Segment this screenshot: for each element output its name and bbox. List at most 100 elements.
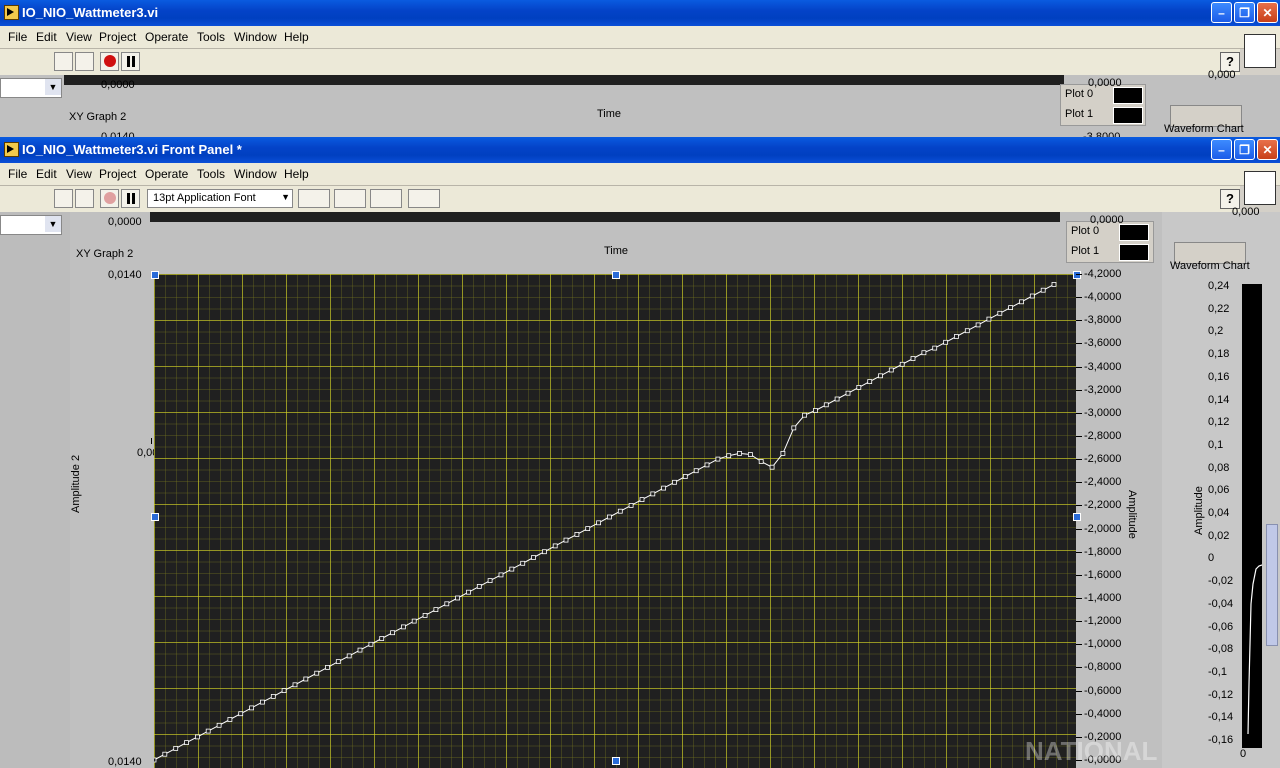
back-plot-legend[interactable]: Plot 0 Plot 1	[1060, 84, 1146, 126]
plot0-point	[433, 607, 439, 613]
menu-tools[interactable]: Tools	[197, 30, 225, 44]
right-y-tick: -2,8000	[1084, 430, 1122, 442]
plot0-point	[1019, 299, 1024, 305]
front-plot0-swatch[interactable]	[1119, 224, 1149, 241]
run-continuously-button[interactable]	[75, 189, 94, 208]
back-plot0-swatch[interactable]	[1113, 87, 1143, 104]
close-button[interactable]: ✕	[1257, 139, 1278, 160]
menu-operate[interactable]: Operate	[145, 30, 188, 44]
front-plot1-swatch[interactable]	[1119, 244, 1149, 261]
plot0-point	[606, 514, 612, 520]
left-y-tick: 0,0140	[108, 269, 142, 281]
back-plot1-swatch[interactable]	[1113, 107, 1143, 124]
right-y-tick: -1,2000	[1084, 615, 1122, 628]
font-select[interactable]: 13pt Application Font ▼	[147, 189, 293, 208]
right-y-tick: -0,8000	[1084, 661, 1122, 674]
right-y-tick-mark	[1076, 389, 1082, 391]
run-continuously-button[interactable]	[75, 52, 94, 71]
menu-edit[interactable]: Edit	[36, 30, 57, 44]
resize-handle[interactable]	[151, 271, 159, 279]
resize-handle[interactable]	[612, 757, 620, 765]
x-tick-mark	[151, 438, 152, 444]
menu-file[interactable]: File	[8, 30, 27, 44]
abort-button[interactable]	[100, 52, 119, 71]
menu-project[interactable]: Project	[99, 30, 136, 44]
front-legend-plot1: Plot 1	[1071, 245, 1100, 257]
align-objects-button[interactable]	[298, 189, 330, 208]
menu-tools[interactable]: Tools	[197, 167, 225, 181]
waveform-y-tick: 0,04	[1208, 507, 1230, 519]
abort-button[interactable]	[100, 189, 119, 208]
front-plot-legend[interactable]: Plot 0 Plot 1	[1066, 221, 1154, 263]
front-window-title: IO_NIO_Wattmeter3.vi Front Panel *	[22, 142, 242, 157]
plot0-point	[986, 316, 992, 322]
plot0-point	[563, 537, 569, 543]
menu-project[interactable]: Project	[99, 167, 136, 181]
pause-button[interactable]	[121, 52, 140, 71]
distribute-objects-button[interactable]	[334, 189, 366, 208]
plot0-point	[975, 322, 981, 328]
resize-handle[interactable]	[151, 513, 159, 521]
maximize-button[interactable]: ❐	[1234, 2, 1255, 23]
back-dropdown[interactable]: ▼	[0, 78, 62, 98]
plot0-point	[748, 452, 753, 457]
font-select-value: 13pt Application Font	[153, 192, 256, 204]
waveform-y-tick: -0,14	[1208, 711, 1234, 724]
waveform-y-tick: 0,16	[1208, 370, 1230, 383]
plot0-point	[693, 468, 699, 474]
plot0-point	[466, 589, 471, 595]
plot0-point	[910, 356, 916, 361]
plot0-point	[303, 676, 309, 682]
plot0-point	[672, 479, 677, 485]
resize-handle[interactable]	[612, 271, 620, 279]
front-window-titlebar[interactable]: IO_NIO_Wattmeter3.vi Front Panel * – ❐ ✕	[0, 137, 1280, 163]
resize-objects-button[interactable]	[370, 189, 402, 208]
menu-edit[interactable]: Edit	[36, 167, 57, 181]
plot0-point	[541, 549, 547, 555]
resize-handle[interactable]	[1073, 271, 1081, 279]
reorder-button[interactable]	[408, 189, 440, 208]
resize-handle[interactable]	[1073, 513, 1081, 521]
right-y-tick-mark	[1076, 274, 1082, 275]
run-button[interactable]	[54, 189, 73, 208]
run-button[interactable]	[54, 52, 73, 71]
front-dropdown[interactable]: ▼	[0, 215, 62, 235]
plot0-point	[888, 367, 894, 373]
right-y-tick: -2,4000	[1084, 476, 1122, 489]
menu-view[interactable]: View	[66, 30, 92, 44]
waveform-y-tick: -0,1	[1208, 665, 1227, 678]
plot0-point	[476, 583, 482, 589]
close-button[interactable]: ✕	[1257, 2, 1278, 23]
menu-operate[interactable]: Operate	[145, 167, 188, 181]
waveform-y-tick: 0,18	[1208, 348, 1230, 361]
back-x-label: Time	[597, 108, 622, 120]
left-y-tick: 0,0140	[108, 756, 142, 768]
plot0-point	[357, 647, 363, 653]
right-y-tick: -1,8000	[1084, 545, 1122, 558]
menu-help[interactable]: Help	[284, 30, 309, 44]
plot0-point	[845, 390, 851, 396]
plot0-point	[813, 408, 818, 413]
menu-view[interactable]: View	[66, 167, 92, 181]
menu-file[interactable]: File	[8, 167, 27, 181]
plot0-point	[509, 566, 515, 572]
minimize-button[interactable]: –	[1211, 139, 1232, 160]
right-y-tick-mark	[1076, 412, 1082, 414]
minimize-button[interactable]: –	[1211, 2, 1232, 23]
menu-window[interactable]: Window	[234, 167, 277, 181]
right-y-tick: -3,4000	[1084, 360, 1122, 373]
plot0-point	[899, 361, 905, 367]
menu-window[interactable]: Window	[234, 30, 277, 44]
plot0-point	[455, 595, 461, 601]
plot0-point	[216, 722, 222, 728]
front-right-top: 0,000	[1232, 206, 1260, 218]
vi-connector-icon	[1244, 171, 1276, 205]
waveform-y-label: Amplitude	[1193, 486, 1205, 535]
plot0-point	[520, 560, 526, 566]
pause-button[interactable]	[121, 189, 140, 208]
waveform-y-tick: -0,12	[1208, 688, 1234, 701]
maximize-button[interactable]: ❐	[1234, 139, 1255, 160]
waveform-scrollbar[interactable]	[1266, 524, 1278, 646]
back-window-titlebar[interactable]: IO_NIO_Wattmeter3.vi – ❐ ✕	[0, 0, 1280, 26]
menu-help[interactable]: Help	[284, 167, 309, 181]
